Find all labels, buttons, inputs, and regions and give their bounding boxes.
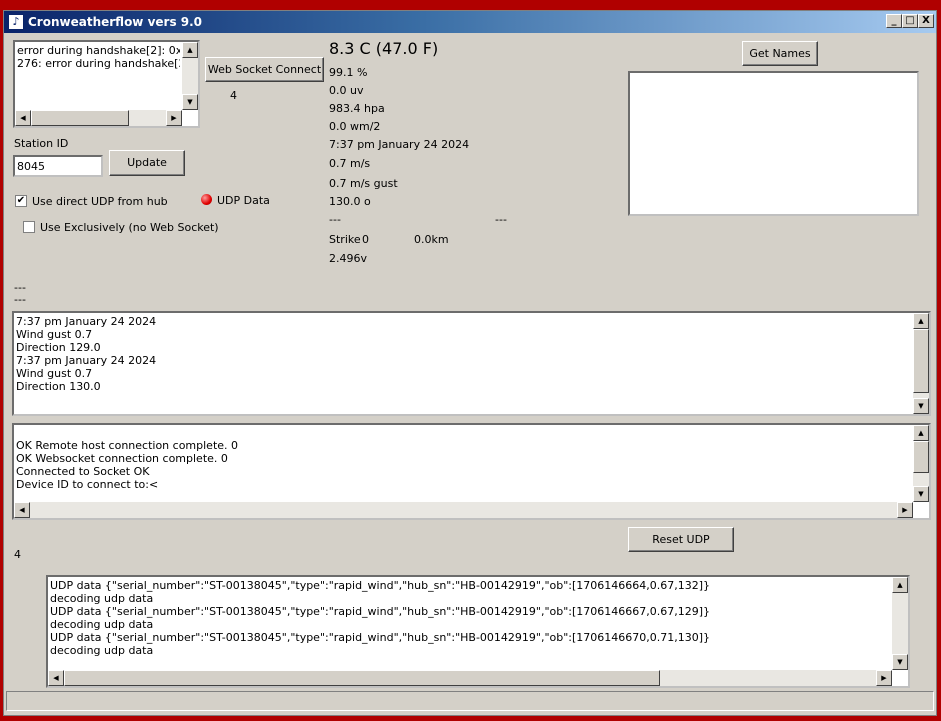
wind-direction-value: 130.0 o [329,195,371,208]
use-exclusively-checkbox[interactable] [23,221,35,233]
app-icon: ♪ [8,14,24,30]
station-id-value: 8045 [17,160,45,173]
udp-log-hscroll[interactable]: ◀ ▶ [48,670,892,686]
update-button[interactable]: Update [109,150,185,176]
scroll-down-icon[interactable]: ▼ [913,398,929,414]
scroll-right-icon[interactable]: ▶ [166,110,182,126]
use-direct-udp-checkbox[interactable]: ✔ [15,195,27,207]
scroll-down-icon[interactable]: ▼ [892,654,908,670]
scroll-down-icon[interactable]: ▼ [182,94,198,110]
names-list[interactable] [628,71,919,216]
web-socket-connect-button[interactable]: Web Socket Connect [205,57,324,82]
ws-count: 4 [230,89,237,102]
station-id-label: Station ID [14,137,69,150]
connection-log-box[interactable]: OK Remote host connection complete. 0 OK… [12,423,931,520]
wind-log-vscroll[interactable]: ▲ ▼ [913,313,929,414]
scroll-up-icon[interactable]: ▲ [182,42,198,58]
scroll-left-icon[interactable]: ◀ [14,502,30,518]
udp-log-text: UDP data {"serial_number":"ST-00138045",… [50,579,711,657]
wind-gust-value: 0.7 m/s gust [329,177,398,190]
use-direct-udp-label: Use direct UDP from hub [32,195,168,208]
scroll-right-icon[interactable]: ▶ [897,502,913,518]
scroll-thumb[interactable] [913,441,929,473]
maximize-button[interactable]: □ [902,14,918,28]
connection-log-hscroll[interactable]: ◀ ▶ [14,502,913,518]
dash-placeholder-2: --- [495,213,507,226]
wind-log-text: 7:37 pm January 24 2024 Wind gust 0.7 Di… [16,315,157,393]
strike-count: 0 [362,233,369,246]
dash-line-b: --- [14,293,26,306]
scroll-up-icon[interactable]: ▲ [892,577,908,593]
scroll-thumb[interactable] [913,329,929,393]
observation-time: 7:37 pm January 24 2024 [329,138,470,151]
minimize-button[interactable]: _ [886,14,902,28]
dash-placeholder-1: --- [329,213,341,226]
scroll-right-icon[interactable]: ▶ [876,670,892,686]
udp-data-label: UDP Data [217,194,270,207]
window-title: Cronweatherflow vers 9.0 [28,15,203,29]
udp-log-box[interactable]: UDP data {"serial_number":"ST-00138045",… [46,575,910,688]
connection-log-text: OK Remote host connection complete. 0 OK… [16,439,239,491]
battery-voltage: 2.496v [329,252,368,265]
get-names-button[interactable]: Get Names [742,41,818,66]
wind-speed-value: 0.7 m/s [329,157,371,170]
desktop-frame: ♪ Cronweatherflow vers 9.0 _ □ X error d… [0,0,941,721]
scroll-left-icon[interactable]: ◀ [48,670,64,686]
solar-value: 0.0 wm/2 [329,120,381,133]
scroll-thumb[interactable] [64,670,660,686]
scroll-thumb[interactable] [31,110,129,126]
reset-udp-button[interactable]: Reset UDP [628,527,734,552]
main-window: ♪ Cronweatherflow vers 9.0 _ □ X error d… [3,10,937,716]
humidity-value: 99.1 % [329,66,368,79]
strike-label: Strike [329,233,361,246]
strike-distance: 0.0km [414,233,449,246]
use-exclusively-label: Use Exclusively (no Web Socket) [40,221,219,234]
status-bar [6,691,934,711]
scroll-left-icon[interactable]: ◀ [15,110,31,126]
error-log-vscroll[interactable]: ▲ ▼ [182,42,198,110]
scroll-up-icon[interactable]: ▲ [913,313,929,329]
connection-log-vscroll[interactable]: ▲ ▼ [913,425,929,502]
station-id-input[interactable]: 8045 [13,155,103,177]
scroll-down-icon[interactable]: ▼ [913,486,929,502]
title-bar[interactable]: ♪ Cronweatherflow vers 9.0 _ □ X [4,11,936,33]
close-button[interactable]: X [918,14,934,28]
wind-log-box[interactable]: 7:37 pm January 24 2024 Wind gust 0.7 Di… [12,311,931,416]
scroll-up-icon[interactable]: ▲ [913,425,929,441]
udp-log-vscroll[interactable]: ▲ ▼ [892,577,908,670]
uv-value: 0.0 uv [329,84,364,97]
error-log-box[interactable]: error during handshake[2]: 0x800 276: er… [13,40,200,128]
error-log-hscroll[interactable]: ◀ ▶ [15,110,182,126]
pressure-value: 983.4 hpa [329,102,385,115]
temperature-value: 8.3 C (47.0 F) [329,39,439,58]
error-log-text: error during handshake[2]: 0x800 276: er… [17,44,180,70]
udp-status-led-icon [201,194,212,205]
udp-count: 4 [14,548,21,561]
